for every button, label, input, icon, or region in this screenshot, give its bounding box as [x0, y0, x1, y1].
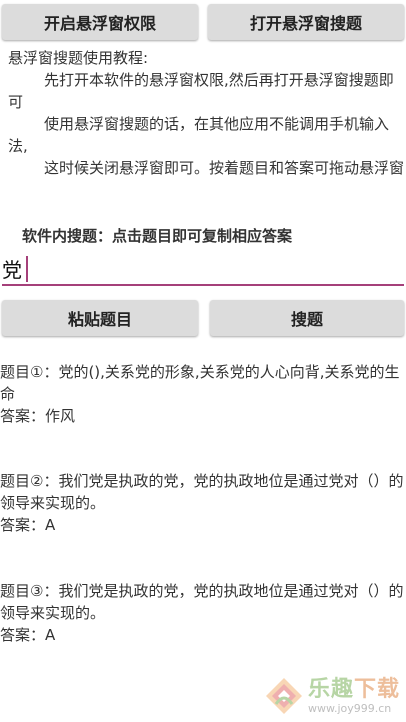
enable-float-permission-button[interactable]: 开启悬浮窗权限: [2, 4, 198, 40]
result-item[interactable]: 题目③：我们党是执政的党，党的执政地位是通过党对（）的领导来实现的。 答案：A: [0, 580, 406, 646]
text-caret: [26, 256, 28, 282]
result-answer: 答案：作风: [0, 407, 76, 425]
search-button[interactable]: 搜题: [210, 300, 404, 336]
tutorial-step-2: 使用悬浮窗搜题的话，在其他应用不能调用手机输入法,: [8, 115, 390, 155]
result-item[interactable]: 题目①：党的(),关系党的形象,关系党的人心向背,关系党的生命 答案：作风: [0, 361, 406, 427]
watermark-title: 乐趣下载: [307, 677, 400, 702]
watermark: 乐趣下载 www.joy999.cn: [262, 674, 400, 718]
result-question: 题目②：我们党是执政的党，党的执政地位是通过党对（）的领导来实现的。: [0, 472, 404, 512]
result-answer: 答案：A: [0, 626, 56, 644]
question-search-input[interactable]: [2, 252, 404, 286]
result-question: 题目③：我们党是执政的党，党的执政地位是通过党对（）的领导来实现的。: [0, 582, 404, 622]
tutorial-step-3: 这时候关闭悬浮窗即可。按着题目和答案可拖动悬浮窗: [44, 159, 405, 177]
tutorial-section: 悬浮窗搜题使用教程: 先打开本软件的悬浮窗权限,然后再打开悬浮窗搜题即可 使用悬…: [8, 47, 404, 179]
watermark-logo-icon: [265, 678, 302, 714]
result-item[interactable]: 题目②：我们党是执政的党，党的执政地位是通过党对（）的领导来实现的。 答案：A: [0, 470, 406, 536]
open-float-search-button[interactable]: 打开悬浮窗搜题: [208, 4, 404, 40]
tutorial-title: 悬浮窗搜题使用教程:: [8, 49, 149, 67]
result-answer: 答案：A: [0, 516, 56, 534]
result-question: 题目①：党的(),关系党的形象,关系党的人心向背,关系党的生命: [0, 363, 400, 403]
watermark-url: www.joy999.cn: [307, 702, 392, 715]
in-app-search-label: 软件内搜题：点击题目即可复制相应答案: [22, 227, 293, 245]
paste-question-button[interactable]: 粘贴题目: [2, 300, 198, 336]
tutorial-step-1: 先打开本软件的悬浮窗权限,然后再打开悬浮窗搜题即可: [8, 71, 394, 111]
